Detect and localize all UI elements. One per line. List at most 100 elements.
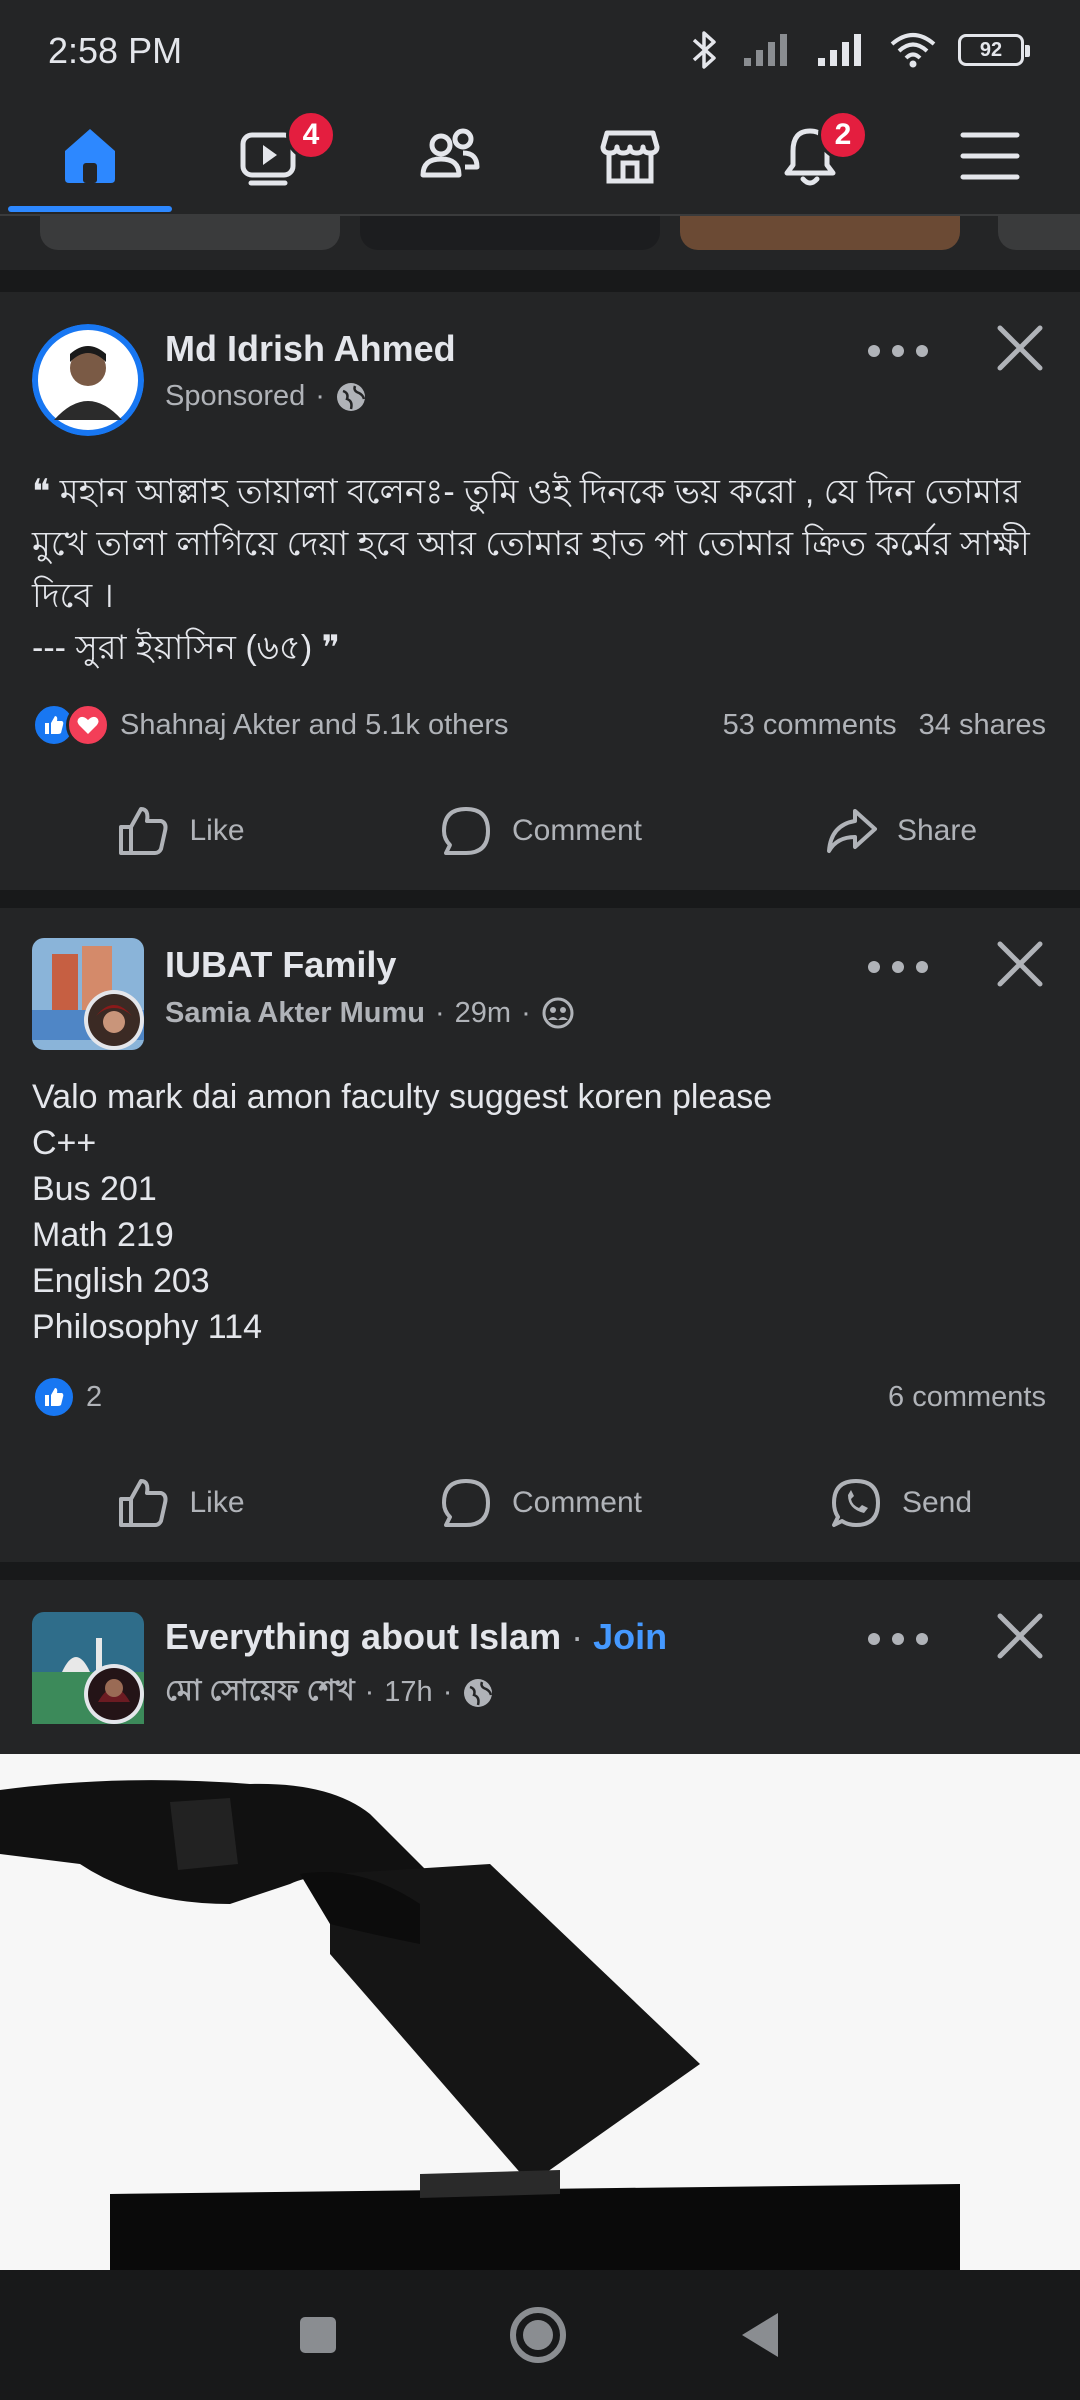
post-author[interactable]: Md Idrish Ahmed	[165, 328, 456, 370]
nav-watch[interactable]: 4	[180, 96, 360, 216]
comments-count[interactable]: 53 comments	[723, 709, 897, 742]
notifications-badge: 2	[818, 110, 868, 160]
globe-icon	[336, 382, 366, 411]
post-text: Valo mark dai amon faculty suggest koren…	[32, 1078, 773, 1346]
meta-dot: ·	[435, 996, 445, 1029]
meta-dot: ·	[315, 380, 325, 412]
post-meta: Samia Akter Mumu · 29m ·	[165, 996, 575, 1030]
reactions-summary[interactable]: 2 6 comments	[32, 1372, 1046, 1422]
system-navigation-bar	[0, 2270, 1080, 2400]
post-actions: Like Comment Share	[0, 786, 1080, 876]
close-icon[interactable]	[992, 320, 1048, 376]
ballot-silhouette-image	[0, 1754, 1080, 2270]
comment-button[interactable]: Comment	[360, 786, 720, 876]
status-time: 2:58 PM	[48, 30, 183, 71]
meta-dot: ·	[442, 1676, 453, 1708]
meta-dot: ·	[571, 1616, 584, 1657]
love-reaction-icon	[66, 703, 110, 747]
send-button[interactable]: Send	[720, 1458, 1080, 1548]
meta-dot: ·	[364, 1676, 375, 1708]
marketplace-icon	[600, 130, 660, 184]
group-avatar[interactable]	[32, 1612, 144, 1724]
engagement-counts: 6 comments	[888, 1381, 1046, 1414]
post-author[interactable]: Samia Akter Mumu	[165, 997, 425, 1030]
more-options-button[interactable]	[868, 952, 928, 982]
group-members-icon	[542, 997, 574, 1029]
comments-count[interactable]: 6 comments	[888, 1381, 1046, 1414]
group-avatar[interactable]	[32, 938, 144, 1050]
home-icon	[65, 129, 115, 183]
meta-dot: ·	[521, 996, 531, 1029]
reactions-summary[interactable]: Shahnaj Akter and 5.1k others 53 comment…	[32, 700, 1046, 750]
group-name[interactable]: Everything about Islam	[165, 1616, 561, 1658]
close-icon[interactable]	[992, 936, 1048, 992]
signal-icon	[744, 34, 787, 66]
nav-notifications[interactable]: 2	[720, 96, 900, 216]
back-button[interactable]	[738, 2311, 782, 2359]
home-button[interactable]	[508, 2305, 568, 2365]
feed-post: IUBAT Family Samia Akter Mumu · 29m · Va…	[0, 908, 1080, 1562]
send-label: Send	[901, 1486, 973, 1519]
watch-badge: 4	[286, 110, 336, 160]
recents-button[interactable]	[298, 2315, 338, 2355]
bluetooth-icon	[692, 31, 716, 69]
feed-separator	[0, 270, 1080, 292]
post-time[interactable]: 17h	[384, 1676, 432, 1709]
like-button[interactable]: Like	[0, 786, 360, 876]
nav-marketplace[interactable]	[540, 96, 720, 216]
close-icon[interactable]	[992, 1608, 1048, 1664]
thumbs-up-icon	[119, 807, 168, 855]
globe-icon	[464, 1678, 493, 1707]
post-author[interactable]: মো সোয়েফ শেখ	[165, 1668, 355, 1717]
join-button[interactable]: Join	[593, 1616, 667, 1658]
friends-icon	[420, 128, 480, 178]
group-name[interactable]: IUBAT Family	[165, 944, 396, 986]
comment-label: Comment	[511, 814, 643, 847]
more-options-button[interactable]	[868, 336, 928, 366]
battery-icon: 92	[958, 34, 1030, 66]
post-time[interactable]: 29m	[455, 997, 511, 1030]
post-image[interactable]	[0, 1754, 1080, 2270]
like-reaction-icon	[32, 1375, 76, 1419]
story-card[interactable]	[40, 216, 340, 250]
story-card[interactable]	[360, 216, 660, 250]
wifi-icon	[890, 33, 936, 68]
like-button[interactable]: Like	[0, 1458, 360, 1548]
avatar[interactable]	[32, 324, 144, 436]
comment-icon	[441, 1479, 490, 1527]
sponsored-label: Sponsored	[165, 380, 306, 412]
comment-button[interactable]: Comment	[360, 1458, 720, 1548]
reactions-count: 2	[86, 1380, 103, 1413]
system-icons: 92	[690, 30, 1030, 70]
feed-post: Md Idrish Ahmed Sponsored · ❝ মহান আল্লা…	[0, 292, 1080, 890]
post-meta: Sponsored ·	[165, 380, 367, 413]
share-button[interactable]: Share	[720, 786, 1080, 876]
shares-count[interactable]: 34 shares	[919, 709, 1046, 742]
comment-icon	[441, 807, 490, 855]
like-label: Like	[189, 814, 245, 847]
post-text: ❝ মহান আল্লাহ তায়ালা বলেনঃ- তুমি ওই দিন…	[32, 473, 1030, 667]
like-label: Like	[189, 1486, 245, 1519]
reactions-text: Shahnaj Akter and 5.1k others	[120, 708, 509, 741]
post-header: Everything about Islam · Join	[165, 1616, 667, 1658]
comment-label: Comment	[511, 1486, 643, 1519]
post-meta: মো সোয়েফ শেখ · 17h ·	[165, 1668, 494, 1717]
stories-strip[interactable]	[0, 216, 1080, 270]
share-label: Share	[896, 814, 978, 847]
feed-post: Everything about Islam · Join মো সোয়েফ …	[0, 1580, 1080, 1754]
top-navigation: 4 2	[0, 96, 1080, 216]
share-icon	[826, 809, 877, 853]
story-card[interactable]	[680, 216, 960, 250]
nav-home[interactable]	[0, 96, 180, 216]
active-tab-indicator	[8, 206, 172, 212]
nav-menu[interactable]	[900, 96, 1080, 216]
signal-icon	[818, 34, 861, 66]
menu-icon	[960, 132, 1020, 180]
nav-friends[interactable]	[360, 96, 540, 216]
whatsapp-icon	[831, 1479, 880, 1527]
more-options-button[interactable]	[868, 1624, 928, 1654]
engagement-counts: 53 comments 34 shares	[723, 709, 1046, 742]
thumbs-up-icon	[119, 1479, 168, 1527]
story-card[interactable]	[998, 216, 1080, 250]
post-actions: Like Comment Send	[0, 1458, 1080, 1548]
